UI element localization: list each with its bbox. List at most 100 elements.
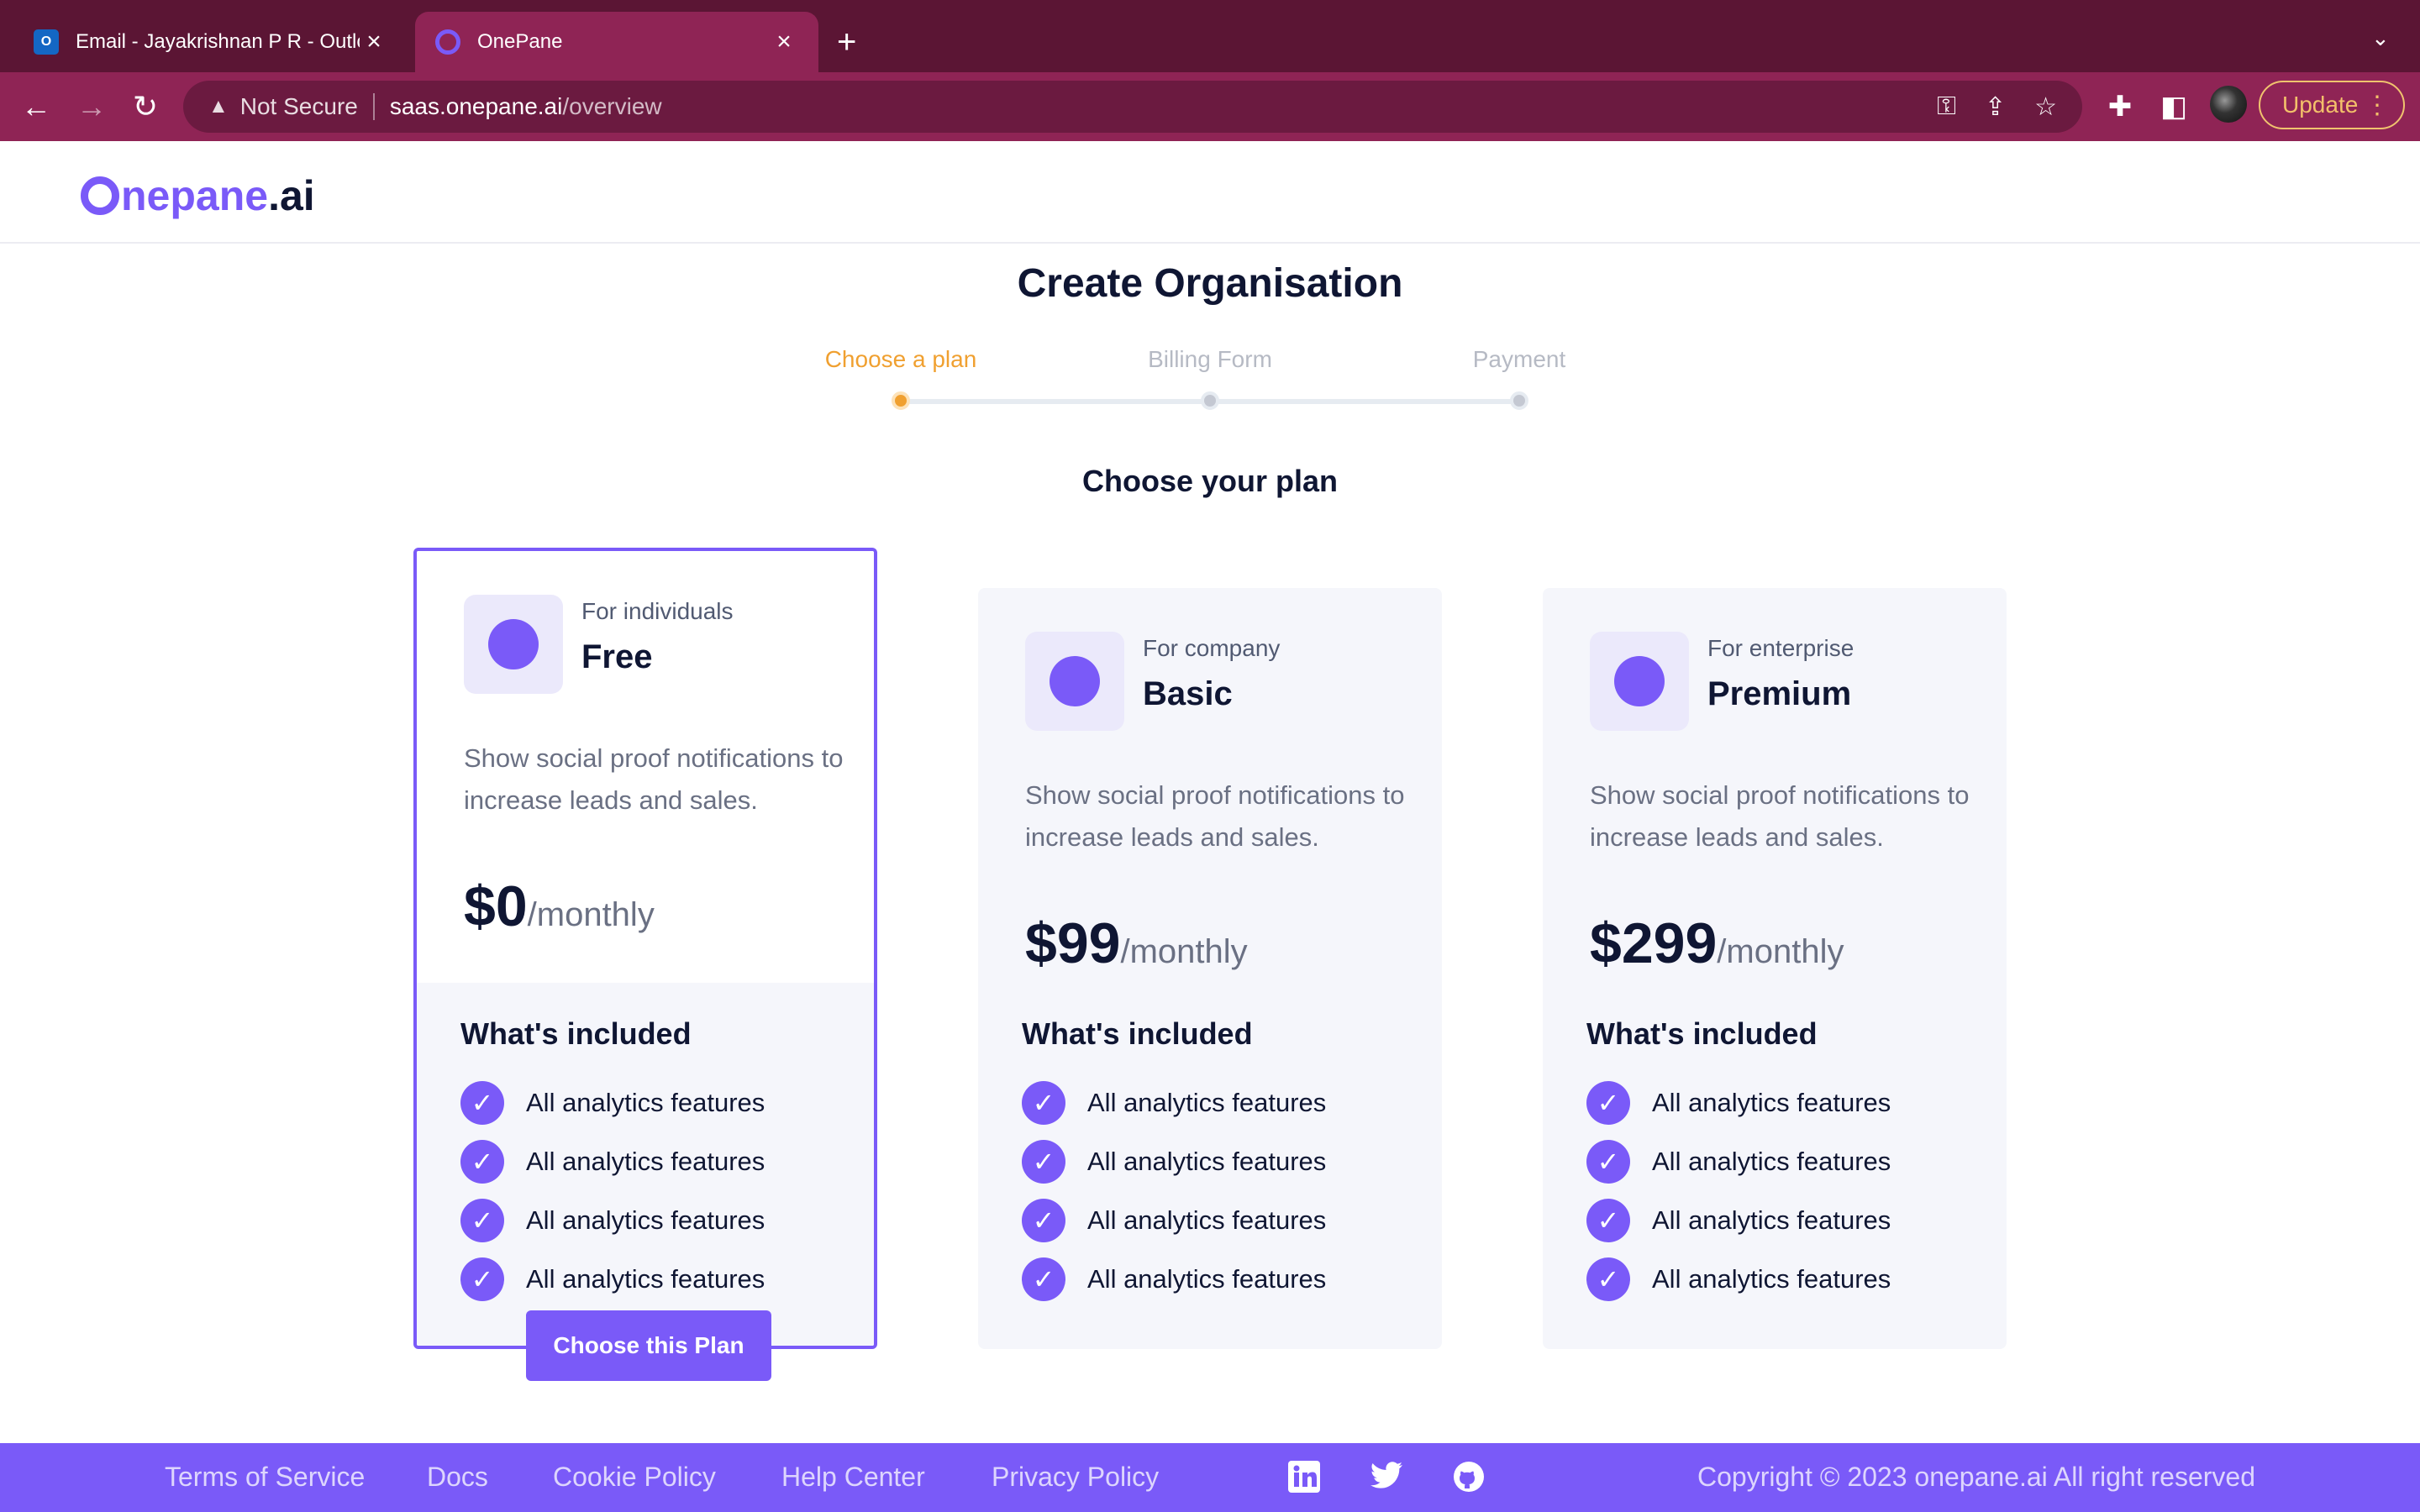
price-amount: $299 xyxy=(1590,911,1718,975)
copyright-text: Copyright © 2023 onepane.ai All right re… xyxy=(1697,1462,2255,1492)
feature-item: ✓ All analytics features xyxy=(1022,1132,1442,1191)
plan-icon xyxy=(464,595,563,694)
footer-link-cookie[interactable]: Cookie Policy xyxy=(553,1462,716,1493)
footer-link-help[interactable]: Help Center xyxy=(781,1462,925,1493)
check-icon: ✓ xyxy=(460,1081,504,1125)
tab-title: OnePane xyxy=(477,30,563,53)
check-icon: ✓ xyxy=(460,1199,504,1242)
logo-text: nepane xyxy=(121,172,269,219)
github-icon[interactable] xyxy=(1452,1460,1486,1494)
new-tab-button[interactable]: + xyxy=(837,20,856,64)
back-arrow-icon[interactable]: ← xyxy=(15,86,57,128)
star-icon[interactable]: ☆ xyxy=(2034,92,2057,122)
browser-tab-bar: O Email - Jayakrishnan P R - Outlook × O… xyxy=(0,0,2420,72)
url-domain: saas.onepane.ai xyxy=(389,93,563,119)
plan-icon xyxy=(1025,632,1124,731)
tab-title: Email - Jayakrishnan P R - Outlook xyxy=(76,30,360,53)
check-icon: ✓ xyxy=(1022,1257,1065,1301)
feature-item: ✓ All analytics features xyxy=(1586,1074,2007,1132)
chevron-down-icon[interactable]: ⌄ xyxy=(2371,25,2390,51)
feature-item: ✓ All analytics features xyxy=(1022,1191,1442,1250)
step-dot xyxy=(1201,391,1219,410)
feature-label: All analytics features xyxy=(1652,1088,1891,1117)
browser-toolbar: ← → ↻ ▲ Not Secure saas.onepane.ai/overv… xyxy=(0,72,2420,141)
profile-avatar[interactable] xyxy=(2210,86,2247,123)
update-label: Update xyxy=(2282,92,2359,118)
check-icon: ✓ xyxy=(1586,1140,1630,1184)
footer-link-docs[interactable]: Docs xyxy=(427,1462,488,1493)
section-subtitle: Choose your plan xyxy=(1081,464,1339,498)
page-title: Create Organisation xyxy=(1017,261,1403,306)
plan-audience: For individuals xyxy=(581,598,734,624)
feature-label: All analytics features xyxy=(526,1264,765,1294)
choose-plan-button[interactable]: Choose this Plan xyxy=(526,1310,771,1381)
feature-item: ✓ All analytics features xyxy=(1586,1250,2007,1309)
tab-outlook[interactable]: O Email - Jayakrishnan P R - Outlook × xyxy=(13,12,408,72)
plan-audience: For enterprise xyxy=(1707,635,1854,661)
check-icon: ✓ xyxy=(1586,1199,1630,1242)
footer-link-terms[interactable]: Terms of Service xyxy=(165,1462,365,1493)
linkedin-icon[interactable] xyxy=(1287,1460,1321,1494)
included-title: What's included xyxy=(460,1016,692,1051)
plan-description: Show social proof notifications to incre… xyxy=(1590,780,1970,852)
twitter-icon[interactable] xyxy=(1370,1460,1403,1494)
check-icon: ✓ xyxy=(1022,1140,1065,1184)
page-footer: Terms of Service Docs Cookie Policy Help… xyxy=(0,1443,2420,1512)
included-title: What's included xyxy=(1586,1016,1818,1051)
price-period: /monthly xyxy=(527,896,655,933)
forward-arrow-icon[interactable]: → xyxy=(71,86,113,128)
feature-item: ✓ All analytics features xyxy=(1586,1191,2007,1250)
check-icon: ✓ xyxy=(1586,1081,1630,1125)
feature-label: All analytics features xyxy=(1087,1264,1327,1294)
plan-price: $99/monthly xyxy=(1025,911,1248,976)
step-dot xyxy=(1510,391,1528,410)
plan-name: Free xyxy=(581,638,653,675)
share-icon[interactable]: ⇪ xyxy=(1985,92,2006,122)
price-period: /monthly xyxy=(1717,933,1844,970)
feature-label: All analytics features xyxy=(1652,1147,1891,1176)
feature-label: All analytics features xyxy=(526,1088,765,1117)
check-icon: ✓ xyxy=(1022,1199,1065,1242)
feature-label: All analytics features xyxy=(1087,1147,1327,1176)
plan-name: Premium xyxy=(1707,675,1852,712)
onepane-logo[interactable]: nepane .ai xyxy=(81,171,315,220)
close-icon[interactable]: × xyxy=(770,28,798,56)
address-bar[interactable]: ▲ Not Secure saas.onepane.ai/overview ⚿ … xyxy=(183,81,2082,133)
tab-onepane[interactable]: OnePane × xyxy=(415,12,818,72)
plan-name: Basic xyxy=(1143,675,1233,712)
app-header: nepane .ai xyxy=(0,141,2420,244)
plan-card-premium[interactable]: For enterprise Premium Show social proof… xyxy=(1543,588,2007,1349)
key-icon[interactable]: ⚿ xyxy=(1937,92,1956,122)
check-icon: ✓ xyxy=(1586,1257,1630,1301)
feature-item: ✓ All analytics features xyxy=(460,1132,874,1191)
plan-card-basic[interactable]: For company Basic Show social proof noti… xyxy=(978,588,1442,1349)
plan-audience: For company xyxy=(1143,635,1281,661)
plan-price: $299/monthly xyxy=(1590,911,1844,976)
url-path: /overview xyxy=(562,93,662,119)
logo-suffix: .ai xyxy=(268,172,315,219)
feature-item: ✓ All analytics features xyxy=(460,1191,874,1250)
warning-icon: ▲ xyxy=(208,95,229,118)
more-icon: ⋮ xyxy=(2365,91,2390,119)
extensions-icon[interactable]: ✚ xyxy=(2099,86,2141,128)
footer-link-privacy[interactable]: Privacy Policy xyxy=(992,1462,1159,1493)
price-amount: $99 xyxy=(1025,911,1121,975)
reload-icon[interactable]: ↻ xyxy=(124,86,166,128)
plan-price: $0/monthly xyxy=(464,874,655,939)
feature-label: All analytics features xyxy=(1087,1088,1327,1117)
side-panel-icon[interactable]: ◧ xyxy=(2153,86,2195,128)
step-choose-plan: Choose a plan xyxy=(824,346,977,372)
divider xyxy=(372,93,375,120)
plan-description: Show social proof notifications to incre… xyxy=(464,743,844,815)
step-billing-form: Billing Form xyxy=(1148,346,1272,372)
security-label: Not Secure xyxy=(239,93,358,119)
feature-item: ✓ All analytics features xyxy=(1022,1074,1442,1132)
plan-card-free[interactable]: For individuals Free Show social proof n… xyxy=(413,548,877,1349)
feature-label: All analytics features xyxy=(526,1205,765,1235)
feature-label: All analytics features xyxy=(1652,1205,1891,1235)
feature-item: ✓ All analytics features xyxy=(1022,1250,1442,1309)
step-payment: Payment xyxy=(1472,346,1566,372)
update-button[interactable]: Update ⋮ xyxy=(2259,81,2405,129)
close-icon[interactable]: × xyxy=(360,28,388,56)
feature-label: All analytics features xyxy=(526,1147,765,1176)
